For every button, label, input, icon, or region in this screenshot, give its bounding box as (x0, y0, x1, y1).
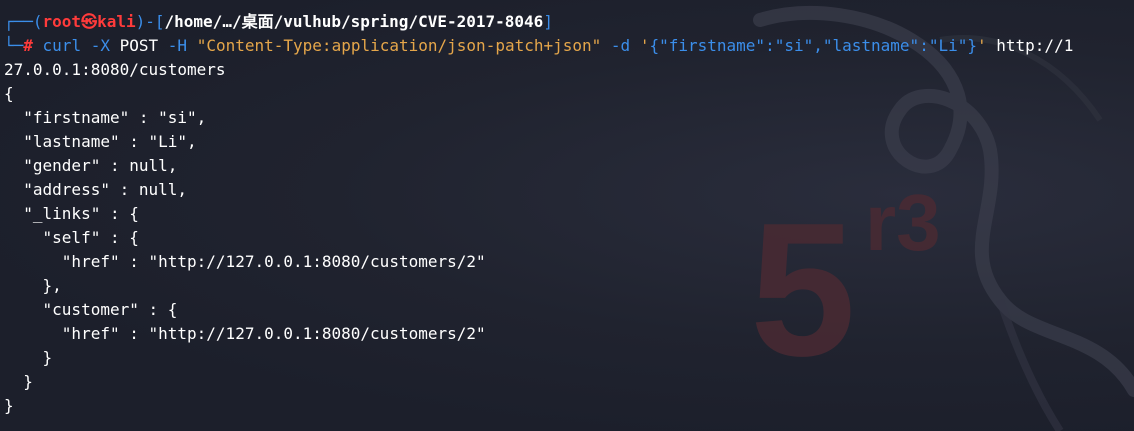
prompt-corner-top: ┌──( (4, 12, 43, 31)
output-line: "customer" : { (4, 300, 178, 319)
prompt-at-symbol: ㉿ (81, 12, 98, 31)
output-line: "_links" : { (4, 204, 139, 223)
command-line-wrap: 27.0.0.1:8080/customers (4, 58, 1130, 82)
output-line: "href" : "http://127.0.0.1:8080/customer… (4, 324, 486, 343)
command-header: "Content-Type:application/json-patch+jso… (196, 36, 602, 55)
command-body: {"firstname":"si","lastname":"Li"} (649, 36, 977, 55)
prompt-line: ┌──(root㉿kali)-[/home/…/桌面/vulhub/spring… (4, 10, 1130, 34)
command-flag-x: -X (90, 36, 110, 55)
prompt-path: /home/…/桌面/vulhub/spring/CVE-2017-8046 (164, 12, 544, 31)
command-body-quote-close: ' (976, 36, 987, 55)
command-line[interactable]: └─# curl -X POST -H "Content-Type:applic… (4, 34, 1130, 58)
prompt-separator: )-[ (135, 12, 165, 31)
terminal-window[interactable]: 5 r3 ┌──(root㉿kali)-[/home/…/桌面/vulhub/s… (0, 0, 1134, 431)
prompt-user: root (42, 12, 82, 31)
json-output: { "firstname" : "si", "lastname" : "Li",… (4, 82, 1130, 418)
output-line: }, (4, 276, 62, 295)
command-flag-h: -H (167, 36, 188, 55)
output-line: "lastname" : "Li", (4, 132, 197, 151)
prompt-corner-bottom: └─ (4, 36, 24, 55)
output-line: "href" : "http://127.0.0.1:8080/customer… (4, 252, 486, 271)
output-line: "firstname" : "si", (4, 108, 207, 127)
command-url-part1: http://1 (996, 36, 1074, 55)
command-flag-d: -d (610, 36, 631, 55)
output-line: } (4, 348, 53, 367)
output-line: "self" : { (4, 228, 139, 247)
output-line: } (4, 396, 14, 415)
output-line: "gender" : null, (4, 156, 178, 175)
command-method: POST (119, 36, 159, 55)
output-line: { (4, 84, 14, 103)
output-line: "address" : null, (4, 180, 188, 199)
command-program: curl (42, 36, 82, 55)
command-url-part2: 27.0.0.1:8080/customers (4, 60, 226, 79)
prompt-path-close: ] (543, 12, 553, 31)
terminal-content: ┌──(root㉿kali)-[/home/…/桌面/vulhub/spring… (4, 10, 1130, 418)
prompt-hash: # (23, 36, 33, 55)
output-line: } (4, 372, 33, 391)
prompt-host: kali (97, 12, 136, 31)
